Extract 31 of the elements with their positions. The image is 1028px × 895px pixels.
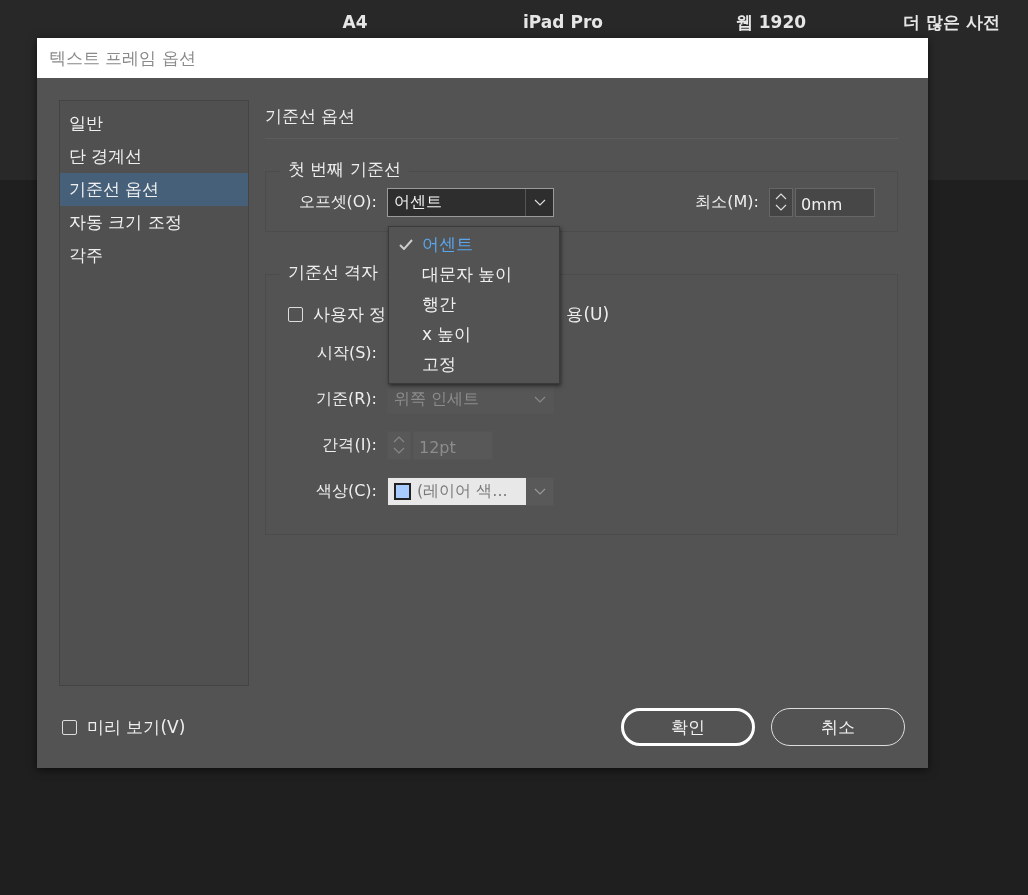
checkbox-label: 용(U)	[566, 302, 610, 326]
field-label: 기준(R):	[315, 388, 377, 410]
sidebar-item[interactable]: 기준선 옵션	[60, 173, 248, 207]
menu-item[interactable]: 행간	[389, 289, 559, 320]
ok-button[interactable]: 확인	[621, 708, 755, 747]
section-heading: 기준선 옵션	[265, 100, 898, 140]
menu-item[interactable]: x 높이	[389, 319, 559, 350]
field-label: 오프셋(O):	[297, 191, 377, 213]
dialog-title: 텍스트 프레임 옵션	[37, 38, 928, 79]
checkbox[interactable]	[62, 719, 77, 735]
checkbox-label: 미리 보기(V)	[87, 715, 186, 739]
field-label: 간격(I):	[321, 434, 377, 456]
checkbox-label: 사용자 정	[313, 302, 387, 326]
field-label: 색상(C):	[314, 480, 377, 502]
field-label: 최소(M):	[694, 191, 759, 213]
color-swatch-icon	[394, 482, 411, 500]
sidebar-item[interactable]: 각주	[60, 239, 248, 273]
chevron-down-icon	[533, 395, 546, 403]
color-dropdown[interactable]: (레이어 색...	[387, 476, 554, 506]
sidebar-item[interactable]: 자동 크기 조정	[60, 206, 248, 240]
sidebar-item[interactable]: 단 경계선	[60, 140, 248, 174]
chevron-down-icon	[533, 487, 546, 495]
field-label: 시작(S):	[315, 342, 377, 364]
menu-item[interactable]: 대문자 높이	[389, 259, 559, 290]
offset-dropdown[interactable]: 어센트	[387, 187, 554, 217]
checkbox[interactable]	[288, 306, 303, 322]
color-value: (레이어 색...	[417, 480, 508, 502]
chevron-down-icon	[533, 198, 546, 206]
menu-item[interactable]: 고정	[389, 349, 559, 380]
checkmark-icon	[398, 238, 413, 250]
sidebar-item[interactable]: 일반	[60, 107, 248, 141]
